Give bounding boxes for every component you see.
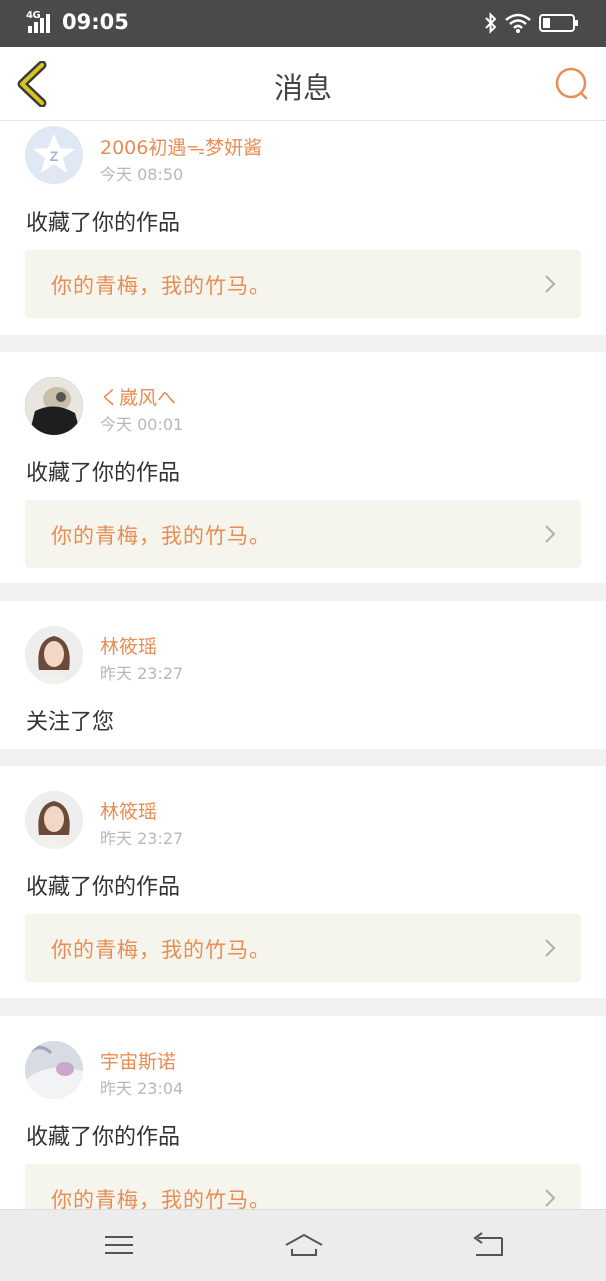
status-time: 09:05 xyxy=(62,10,129,34)
menu-icon[interactable] xyxy=(99,1228,139,1262)
message-card[interactable]: く崴风へ 今天 00:01 收藏了你的作品 你的青梅，我的竹马。 xyxy=(0,352,606,583)
avatar[interactable] xyxy=(25,626,83,684)
work-link[interactable]: 你的青梅，我的竹马。 xyxy=(25,250,581,318)
user-name[interactable]: 林筱瑶 xyxy=(100,632,157,659)
work-title: 你的青梅，我的竹马。 xyxy=(51,938,271,962)
user-name[interactable]: 林筱瑶 xyxy=(100,797,157,824)
message-card[interactable]: 林筱瑶 昨天 23:27 收藏了你的作品 你的青梅，我的竹马。 xyxy=(0,766,606,998)
action-text: 关注了您 xyxy=(26,710,115,735)
message-time: 今天 00:01 xyxy=(100,415,184,434)
bluetooth-icon xyxy=(485,12,497,34)
chevron-right-icon xyxy=(545,939,556,957)
message-card[interactable]: Z 2006初遇ᯓ梦妍酱 今天 08:50 收藏了你的作品 你的青梅，我的竹马。 xyxy=(0,121,606,335)
signal-icon xyxy=(28,14,50,33)
message-card[interactable]: 宇宙斯诺 昨天 23:04 收藏了你的作品 你的青梅，我的竹马。 xyxy=(0,1016,606,1209)
chevron-right-icon xyxy=(545,275,556,293)
back-icon[interactable] xyxy=(468,1228,508,1262)
avatar[interactable] xyxy=(25,1041,83,1099)
work-title: 你的青梅，我的竹马。 xyxy=(51,524,271,548)
status-bar: 4G 09:05 xyxy=(0,0,606,47)
action-text: 收藏了你的作品 xyxy=(26,875,181,900)
user-photo-icon xyxy=(25,791,83,849)
message-list[interactable]: Z 2006初遇ᯓ梦妍酱 今天 08:50 收藏了你的作品 你的青梅，我的竹马。… xyxy=(0,121,606,1209)
battery-icon xyxy=(539,14,578,32)
action-text: 收藏了你的作品 xyxy=(26,461,181,486)
page-title: 消息 xyxy=(273,71,332,105)
svg-text:Z: Z xyxy=(50,148,59,164)
action-text: 收藏了你的作品 xyxy=(26,211,181,236)
qzone-logo-icon: Z xyxy=(33,134,75,173)
chevron-right-icon xyxy=(545,1189,556,1207)
user-name[interactable]: 2006初遇ᯓ梦妍酱 xyxy=(100,133,262,160)
user-name[interactable]: く崴风へ xyxy=(100,383,176,410)
avatar[interactable] xyxy=(25,791,83,849)
wifi-icon xyxy=(505,13,531,33)
home-icon[interactable] xyxy=(284,1228,324,1262)
user-name[interactable]: 宇宙斯诺 xyxy=(100,1047,176,1074)
user-photo-icon xyxy=(25,377,83,435)
user-photo-icon xyxy=(25,1041,83,1099)
work-title: 你的青梅，我的竹马。 xyxy=(51,1188,271,1209)
user-photo-icon xyxy=(25,626,83,684)
message-time: 昨天 23:04 xyxy=(100,1079,184,1098)
message-time: 昨天 23:27 xyxy=(100,829,184,848)
action-text: 收藏了你的作品 xyxy=(26,1125,181,1150)
message-time: 昨天 23:27 xyxy=(100,664,184,683)
avatar[interactable]: Z xyxy=(25,126,83,184)
work-title: 你的青梅，我的竹马。 xyxy=(51,274,271,298)
system-nav-bar xyxy=(0,1209,606,1281)
avatar[interactable] xyxy=(25,377,83,435)
app-header: 消息 xyxy=(0,47,606,121)
message-time: 今天 08:50 xyxy=(100,165,184,184)
work-link[interactable]: 你的青梅，我的竹马。 xyxy=(25,914,581,982)
message-card[interactable]: 林筱瑶 昨天 23:27 关注了您 xyxy=(0,601,606,749)
chevron-right-icon xyxy=(545,525,556,543)
search-icon[interactable] xyxy=(552,65,592,105)
work-link[interactable]: 你的青梅，我的竹马。 xyxy=(25,1164,581,1209)
work-link[interactable]: 你的青梅，我的竹马。 xyxy=(25,500,581,568)
